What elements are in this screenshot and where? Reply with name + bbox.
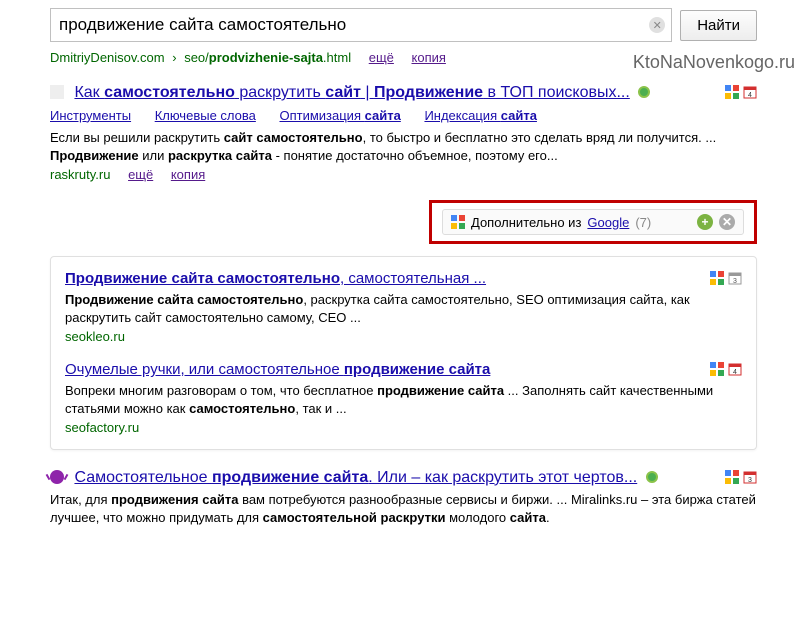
result-url: raskruty.ru ещё копия (50, 167, 757, 182)
svg-text:3: 3 (733, 278, 737, 285)
google-results-panel: 3 Продвижение сайта самостоятельно, само… (50, 256, 757, 450)
result-title: Как самостоятельно раскрутить сайт | Про… (50, 83, 757, 104)
more-link[interactable]: ещё (128, 167, 153, 182)
google-icon (710, 271, 724, 285)
result-icons: 3 (710, 271, 742, 285)
sitelink[interactable]: Инструменты (50, 108, 131, 123)
search-result: 4 Очумелые ручки, или самостоятельное пр… (65, 360, 742, 435)
google-icon (725, 85, 739, 99)
search-result: DmitriyDenisov.com › seo/prodvizhenie-sa… (50, 50, 757, 65)
result-url: DmitriyDenisov.com › seo/prodvizhenie-sa… (50, 50, 757, 65)
url-path-bold: prodvizhenie-sajta (209, 50, 323, 65)
google-more-box: Дополнительно из Google (7) + ✕ (429, 200, 757, 244)
clear-search-icon[interactable]: ✕ (649, 17, 665, 33)
favicon-icon (50, 85, 64, 99)
search-result: 4 Как самостоятельно раскрутить сайт | П… (50, 83, 757, 182)
search-input-wrap: ✕ (50, 8, 672, 42)
result-url: seofactory.ru (65, 420, 742, 435)
result-title: Очумелые ручки, или самостоятельное прод… (65, 360, 742, 380)
sitelinks: Инструменты Ключевые слова Оптимизация с… (50, 108, 757, 123)
url-ext: .html (323, 50, 351, 65)
results-list: DmitriyDenisov.com › seo/prodvizhenie-sa… (0, 50, 807, 565)
svg-text:4: 4 (748, 92, 752, 99)
url-domain: seokleo.ru (65, 329, 125, 344)
sitelink[interactable]: Ключевые слова (155, 108, 256, 123)
close-icon[interactable]: ✕ (719, 214, 735, 230)
url-domain: raskruty.ru (50, 167, 110, 182)
google-icon (710, 362, 724, 376)
google-source-link[interactable]: Google (587, 215, 629, 230)
result-icons: 4 (725, 85, 757, 99)
status-badge-icon (646, 471, 658, 483)
search-button[interactable]: Найти (680, 10, 757, 41)
search-result: 3 Самостоятельное продвижение сайта. Или… (50, 468, 757, 527)
calendar-icon: 4 (743, 85, 757, 99)
result-icons: 4 (710, 362, 742, 376)
google-more-inner: Дополнительно из Google (7) + ✕ (442, 209, 744, 235)
copy-link[interactable]: копия (171, 167, 205, 182)
result-title-link[interactable]: Очумелые ручки, или самостоятельное прод… (65, 361, 490, 378)
result-title: Продвижение сайта самостоятельно, самост… (65, 269, 742, 289)
result-title-link[interactable]: Продвижение сайта самостоятельно, самост… (65, 270, 486, 287)
svg-text:4: 4 (733, 369, 737, 376)
url-domain: DmitriyDenisov.com (50, 50, 165, 65)
result-snippet: Итак, для продвижения сайта вам потребую… (50, 491, 757, 527)
google-icon (451, 215, 465, 229)
copy-link[interactable]: копия (412, 50, 446, 65)
calendar-icon: 3 (743, 470, 757, 484)
more-link[interactable]: ещё (369, 50, 394, 65)
result-url: seokleo.ru (65, 329, 742, 344)
search-bar: ✕ Найти (0, 0, 807, 50)
url-domain: seofactory.ru (65, 420, 139, 435)
sitelink[interactable]: Индексация сайта (424, 108, 536, 123)
result-snippet: Продвижение сайта самостоятельно, раскру… (65, 291, 742, 327)
google-more-label: Дополнительно из (471, 215, 581, 230)
calendar-icon: 4 (728, 362, 742, 376)
result-snippet: Если вы решили раскрутить сайт самостоят… (50, 129, 757, 165)
google-more-count: (7) (635, 215, 651, 230)
google-icon (725, 470, 739, 484)
calendar-icon: 3 (728, 271, 742, 285)
status-badge-icon (638, 86, 650, 98)
bug-favicon-icon (50, 470, 64, 484)
result-icons: 3 (725, 470, 757, 484)
url-path: seo/ (184, 50, 209, 65)
search-result: 3 Продвижение сайта самостоятельно, само… (65, 269, 742, 344)
sitelink[interactable]: Оптимизация сайта (279, 108, 400, 123)
expand-icon[interactable]: + (697, 214, 713, 230)
result-snippet: Вопреки многим разговорам о том, что бес… (65, 382, 742, 418)
result-title-link[interactable]: Как самостоятельно раскрутить сайт | Про… (74, 84, 629, 101)
result-title: Самостоятельное продвижение сайта. Или –… (50, 468, 757, 489)
result-title-link[interactable]: Самостоятельное продвижение сайта. Или –… (74, 469, 637, 486)
search-input[interactable] (51, 9, 649, 41)
url-separator: › (172, 50, 176, 65)
svg-text:3: 3 (748, 477, 752, 484)
